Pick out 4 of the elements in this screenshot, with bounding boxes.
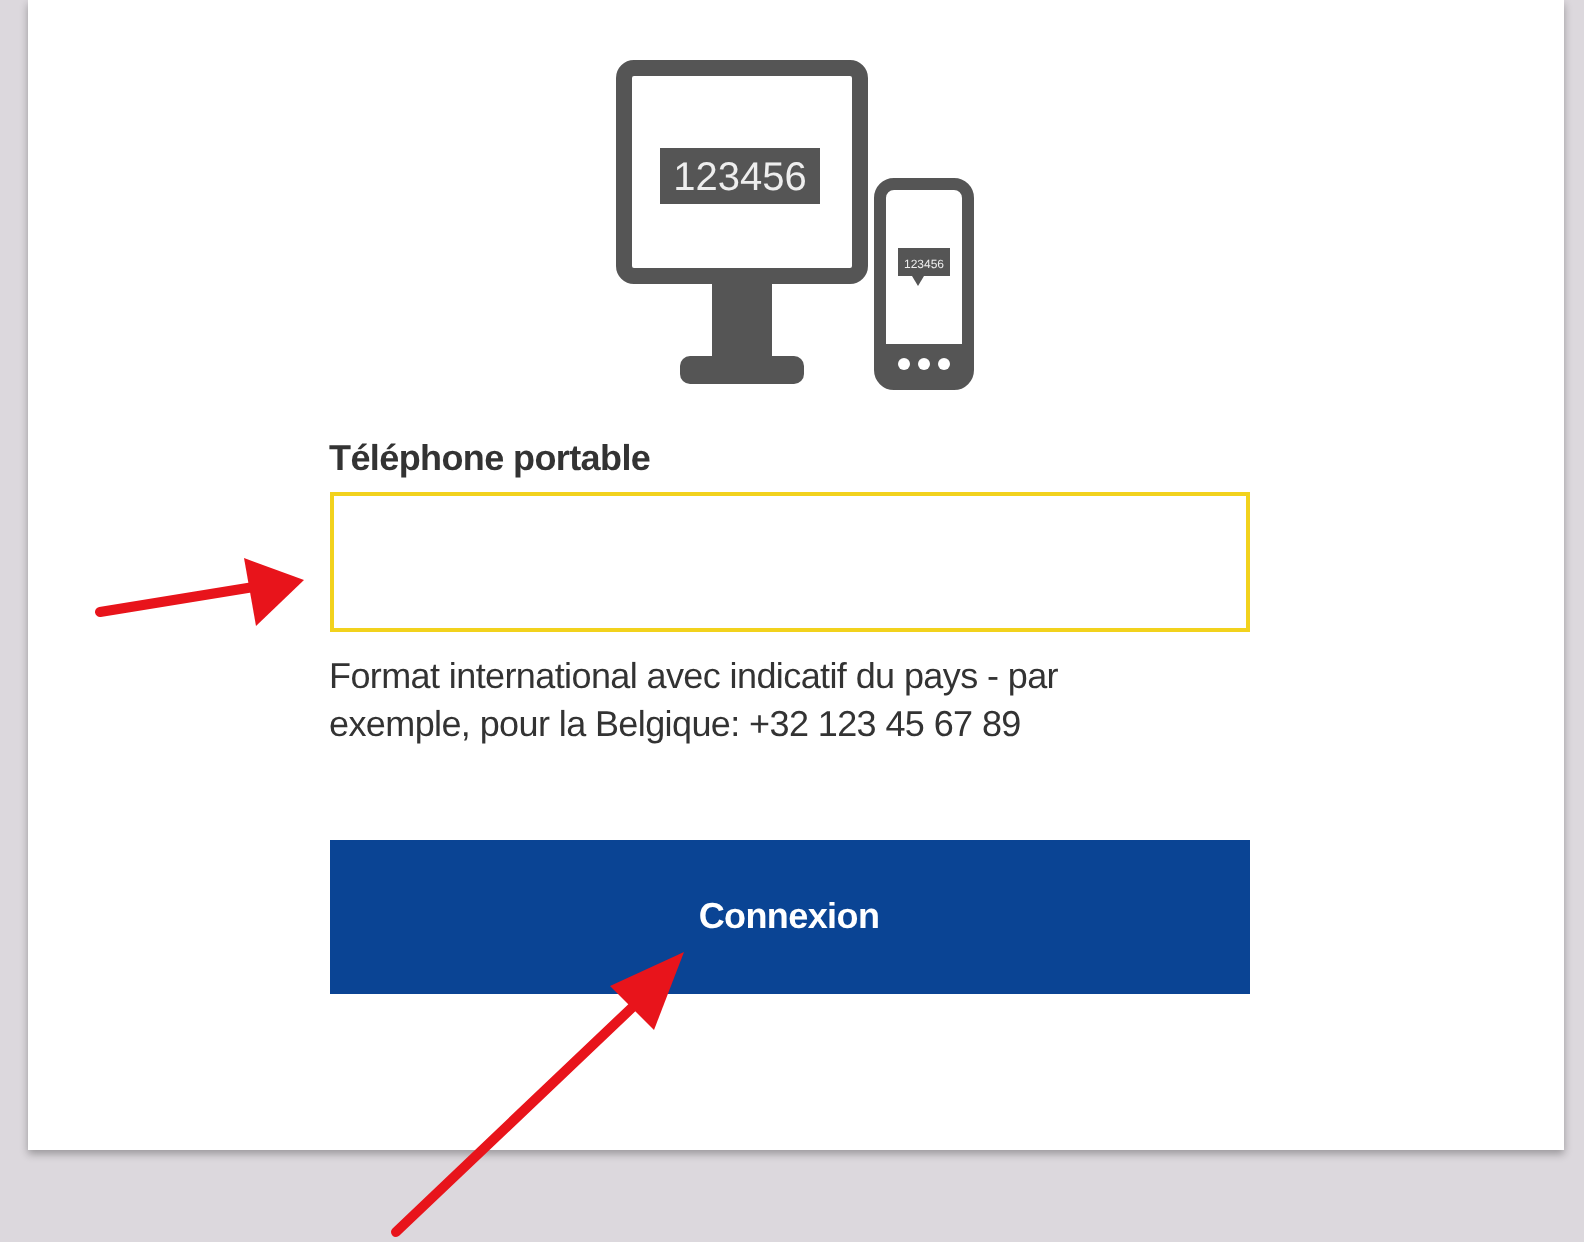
connexion-button[interactable]: Connexion <box>329 840 1249 994</box>
field-label: Téléphone portable <box>329 438 653 480</box>
help-text: Format international avec indicatif du pays - par exemple, pour la Belgique: +32 123 45 67 89 <box>329 654 1060 748</box>
phone-input-field[interactable] <box>329 492 1249 632</box>
